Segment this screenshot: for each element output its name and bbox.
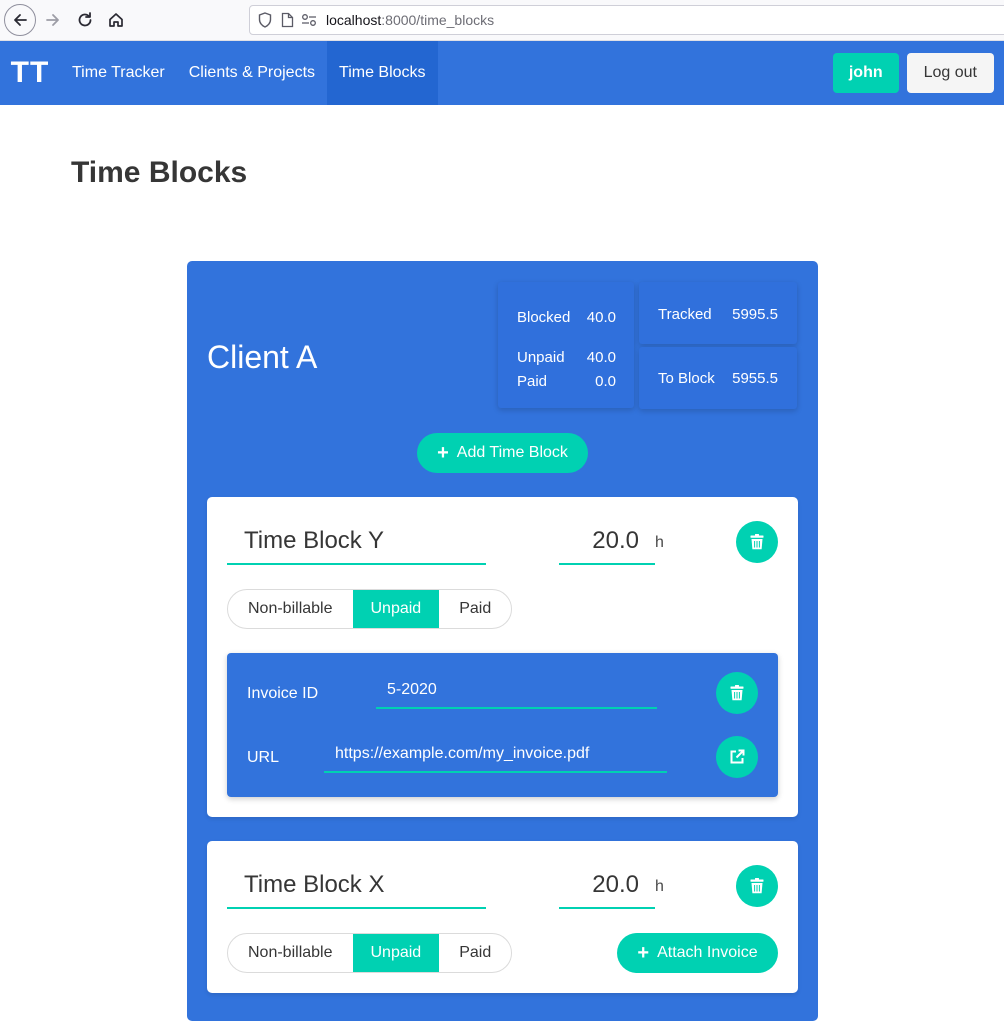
brand-logo[interactable]: TT [0, 41, 60, 105]
external-link-icon [730, 749, 745, 764]
home-icon[interactable] [101, 5, 131, 35]
delete-time-block-button[interactable] [736, 865, 778, 907]
delete-invoice-button[interactable] [716, 672, 758, 714]
user-button[interactable]: john [832, 53, 899, 93]
open-invoice-button[interactable] [716, 736, 758, 778]
time-block-name-input[interactable]: Time Block X [227, 867, 486, 909]
stat-blocked-label: Blocked [517, 309, 571, 326]
plus-icon: + [437, 442, 449, 464]
stat-unpaid-label: Unpaid [517, 349, 565, 366]
status-unpaid-option[interactable]: Unpaid [352, 590, 440, 628]
stat-unpaid-value: 40.0 [586, 349, 616, 366]
logout-button[interactable]: Log out [906, 53, 994, 93]
invoice-url-label: URL [247, 749, 280, 766]
time-block-card: Time Block X 20.0 h Non-billable Unpaid … [207, 841, 798, 993]
forward-arrow-icon[interactable] [38, 5, 68, 35]
stats-to-block-box: To Block 5955.5 [639, 347, 797, 409]
app-navbar: TT Time Tracker Clients & Projects Time … [0, 41, 1004, 105]
time-block-name-input[interactable]: Time Block Y [227, 523, 486, 565]
add-time-block-button[interactable]: + Add Time Block [417, 433, 588, 473]
plus-icon: + [637, 942, 650, 964]
navbar-end: john Log out [832, 41, 1004, 105]
stats-blocked-box: Blocked 40.0 Unpaid 40.0 Paid 0.0 [498, 282, 634, 408]
attach-invoice-button[interactable]: + Attach Invoice [617, 933, 778, 973]
stat-to-block-value: 5955.5 [732, 370, 778, 387]
stat-tracked-value: 5995.5 [732, 306, 778, 323]
stat-blocked-value: 40.0 [586, 309, 616, 326]
delete-time-block-button[interactable] [736, 521, 778, 563]
nav-item-clients-projects[interactable]: Clients & Projects [177, 41, 327, 105]
nav-item-time-tracker[interactable]: Time Tracker [60, 41, 177, 105]
time-block-card: Time Block Y 20.0 h Non-billable Unpaid … [207, 497, 798, 817]
reload-icon[interactable] [70, 5, 100, 35]
address-bar[interactable]: localhost:8000/time_blocks [249, 5, 1004, 35]
stat-paid-value: 0.0 [595, 373, 616, 390]
client-card: Client A Blocked 40.0 Unpaid 40.0 Paid 0… [187, 261, 818, 1021]
attach-invoice-label: Attach Invoice [657, 944, 758, 961]
page-icon [276, 9, 298, 31]
add-time-block-label: Add Time Block [456, 444, 568, 461]
billing-status-toggle: Non-billable Unpaid Paid [227, 589, 513, 629]
permissions-icon[interactable] [298, 9, 320, 31]
hours-unit-label: h [655, 878, 664, 895]
invoice-panel: Invoice ID 5-2020 URL https://example.co… [227, 653, 778, 797]
page-title: Time Blocks [71, 156, 248, 189]
stat-paid-label: Paid [517, 373, 548, 390]
stats-tracked-box: Tracked 5995.5 [639, 282, 797, 344]
billing-status-toggle: Non-billable Unpaid Paid [227, 933, 513, 973]
trash-icon [730, 685, 744, 701]
invoice-url-input[interactable]: https://example.com/my_invoice.pdf [324, 741, 667, 773]
browser-toolbar: localhost:8000/time_blocks [0, 0, 1004, 41]
invoice-id-label: Invoice ID [247, 685, 319, 702]
hours-unit-label: h [655, 534, 664, 551]
trash-icon [750, 878, 764, 894]
status-unpaid-option[interactable]: Unpaid [352, 934, 440, 972]
invoice-id-input[interactable]: 5-2020 [376, 677, 657, 709]
time-block-hours-input[interactable]: 20.0 [559, 523, 655, 565]
shield-icon[interactable] [254, 9, 276, 31]
client-name: Client A [207, 339, 318, 375]
status-non-billable-option[interactable]: Non-billable [228, 934, 352, 972]
nav-item-time-blocks[interactable]: Time Blocks [327, 41, 438, 105]
back-arrow-icon[interactable] [4, 4, 36, 36]
time-block-hours-input[interactable]: 20.0 [559, 867, 655, 909]
status-paid-option[interactable]: Paid [439, 934, 511, 972]
status-non-billable-option[interactable]: Non-billable [228, 590, 352, 628]
stat-to-block-label: To Block [658, 370, 715, 387]
stat-tracked-label: Tracked [658, 306, 712, 323]
status-paid-option[interactable]: Paid [439, 590, 511, 628]
trash-icon [750, 534, 764, 550]
url-text: localhost:8000/time_blocks [326, 12, 495, 28]
